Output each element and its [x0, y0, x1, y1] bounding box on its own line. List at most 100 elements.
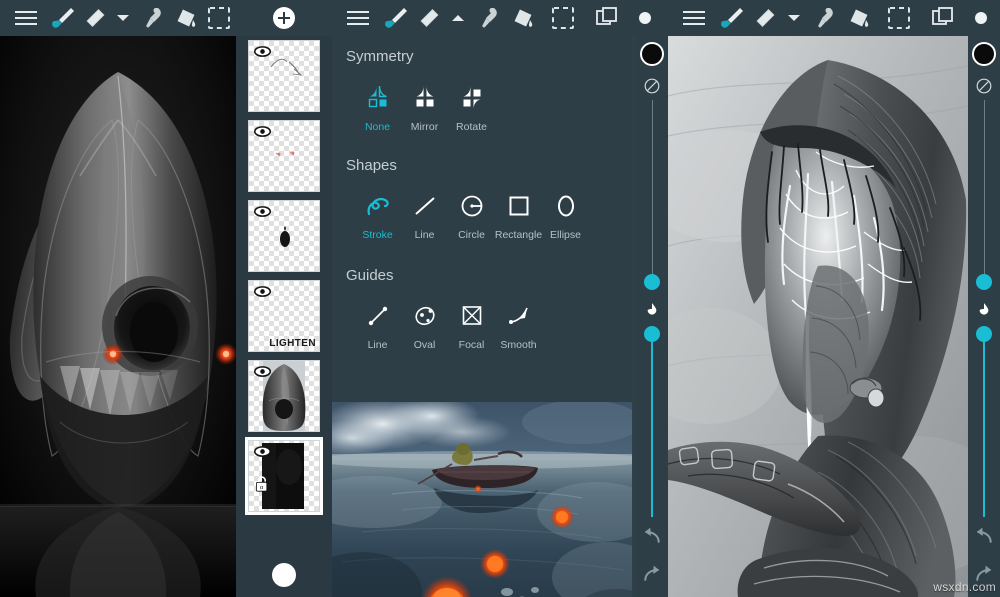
toolbar-layers-button[interactable]	[586, 0, 628, 36]
brush-size-slider-handle[interactable]	[644, 274, 660, 290]
eye-icon[interactable]	[254, 206, 271, 217]
toolbar-smudge-button[interactable]	[137, 0, 170, 36]
left-canvas-panel	[0, 0, 236, 597]
dot-icon	[973, 10, 989, 26]
eraser-icon	[83, 6, 107, 30]
eye-icon[interactable]	[254, 286, 271, 297]
selection-icon	[888, 7, 910, 29]
toolbar-fill-button[interactable]	[506, 0, 540, 36]
shape-stroke-icon	[365, 190, 391, 222]
eye-icon[interactable]	[254, 446, 271, 457]
watermark: wsxdn.com	[933, 580, 996, 594]
shape-ellipse-icon	[553, 190, 579, 222]
no-color-icon[interactable]	[644, 78, 660, 94]
brush-size-slider-handle[interactable]	[976, 274, 992, 290]
table-row[interactable]	[248, 360, 320, 432]
guides-options: Line Oval	[332, 300, 654, 351]
artwork-boat-on-misty-water[interactable]	[332, 402, 632, 597]
symmetry-option-rotate[interactable]: Rotate	[448, 82, 495, 133]
guide-option-line[interactable]: Line	[354, 300, 401, 351]
toolbar-more-button[interactable]	[780, 0, 808, 36]
alpha-lock-icon[interactable]: α	[254, 475, 270, 493]
layers-list[interactable]: LIGHTEN	[236, 40, 332, 553]
shape-option-ellipse[interactable]: Ellipse	[542, 190, 589, 241]
toolbar-more-button[interactable]	[109, 0, 136, 36]
undo-icon[interactable]	[642, 526, 662, 546]
table-row[interactable]: α	[248, 440, 320, 512]
table-row[interactable]: LIGHTEN	[248, 280, 320, 352]
shape-line-icon	[412, 190, 438, 222]
toolbar-more-button[interactable]	[444, 0, 472, 36]
table-row[interactable]	[248, 40, 320, 112]
brush-opacity-slider-handle[interactable]	[644, 326, 660, 342]
artwork-dark-alien-helmet[interactable]	[0, 36, 236, 597]
toolbar-eraser-button[interactable]	[750, 0, 780, 36]
toolbar-selection-button[interactable]	[203, 0, 236, 36]
guide-option-smooth[interactable]: Smooth	[495, 300, 542, 351]
section-title-symmetry: Symmetry	[346, 48, 414, 65]
plus-circle-icon[interactable]	[273, 7, 295, 29]
toolbar-selection-button[interactable]	[540, 0, 586, 36]
toolbar-color-button[interactable]	[964, 0, 998, 36]
eye-icon[interactable]	[254, 46, 271, 57]
guide-option-focal[interactable]: Focal	[448, 300, 495, 351]
symmetry-option-mirror[interactable]: Mirror	[401, 82, 448, 133]
guide-focal-icon	[459, 300, 485, 332]
toolbar-fill-button[interactable]	[842, 0, 876, 36]
toolbar-smudge-button[interactable]	[808, 0, 842, 36]
shape-option-circle[interactable]: Circle	[448, 190, 495, 241]
toolbar-brush-button[interactable]	[43, 0, 80, 36]
brush-opacity-slider-track[interactable]	[651, 334, 653, 517]
toolbar-fill-button[interactable]	[170, 0, 203, 36]
shape-rectangle-icon	[506, 190, 532, 222]
undo-icon[interactable]	[974, 526, 994, 546]
middle-panel-body: Symmetry None	[332, 36, 632, 597]
smudge-icon	[813, 6, 837, 30]
eye-icon[interactable]	[254, 126, 271, 137]
color-swatch[interactable]	[972, 42, 996, 66]
shape-option-line[interactable]: Line	[401, 190, 448, 241]
symmetry-option-label: Rotate	[456, 121, 487, 133]
toolbar-color-button[interactable]	[628, 0, 662, 36]
brush-size-slider-track[interactable]	[652, 100, 653, 282]
guide-option-oval[interactable]: Oval	[401, 300, 448, 351]
symmetry-option-label: None	[365, 121, 390, 133]
shape-option-stroke[interactable]: Stroke	[354, 190, 401, 241]
table-row[interactable]	[248, 200, 320, 272]
toolbar-brush-button[interactable]	[712, 0, 750, 36]
toolbar-selection-button[interactable]	[876, 0, 922, 36]
brush-opacity-slider-track[interactable]	[983, 334, 985, 517]
layers-icon	[596, 7, 618, 29]
table-row[interactable]	[248, 120, 320, 192]
artwork-hooded-figure[interactable]	[668, 36, 968, 597]
chevron-down-icon	[787, 13, 801, 23]
shape-circle-icon	[459, 190, 485, 222]
droplet-icon[interactable]	[977, 301, 991, 315]
toolbar-eraser-button[interactable]	[80, 0, 109, 36]
selection-icon	[552, 7, 574, 29]
selection-icon	[208, 7, 230, 29]
layers-icon	[932, 7, 954, 29]
redo-icon[interactable]	[642, 564, 662, 584]
toolbar-eraser-button[interactable]	[414, 0, 444, 36]
shapes-options: Stroke Line	[332, 190, 654, 241]
brush-size-slider-track[interactable]	[984, 100, 985, 282]
eye-icon[interactable]	[254, 366, 271, 377]
no-color-icon[interactable]	[976, 78, 992, 94]
color-swatch[interactable]	[640, 42, 664, 66]
toolbar-menu-button[interactable]	[676, 0, 712, 36]
brush-settings-menu: Symmetry None	[332, 36, 632, 366]
section-title-guides: Guides	[346, 267, 394, 284]
shape-option-rectangle[interactable]: Rectangle	[495, 190, 542, 241]
brush-icon	[382, 5, 408, 31]
toolbar-brush-button[interactable]	[376, 0, 414, 36]
droplet-icon[interactable]	[645, 301, 659, 315]
circle-icon[interactable]	[272, 563, 296, 587]
brush-opacity-slider-handle[interactable]	[976, 326, 992, 342]
symmetry-option-none[interactable]: None	[354, 82, 401, 133]
symmetry-options: None Mirror	[332, 82, 654, 133]
toolbar-menu-button[interactable]	[8, 0, 43, 36]
toolbar-smudge-button[interactable]	[472, 0, 506, 36]
toolbar-menu-button[interactable]	[340, 0, 376, 36]
toolbar-layers-button[interactable]	[922, 0, 964, 36]
